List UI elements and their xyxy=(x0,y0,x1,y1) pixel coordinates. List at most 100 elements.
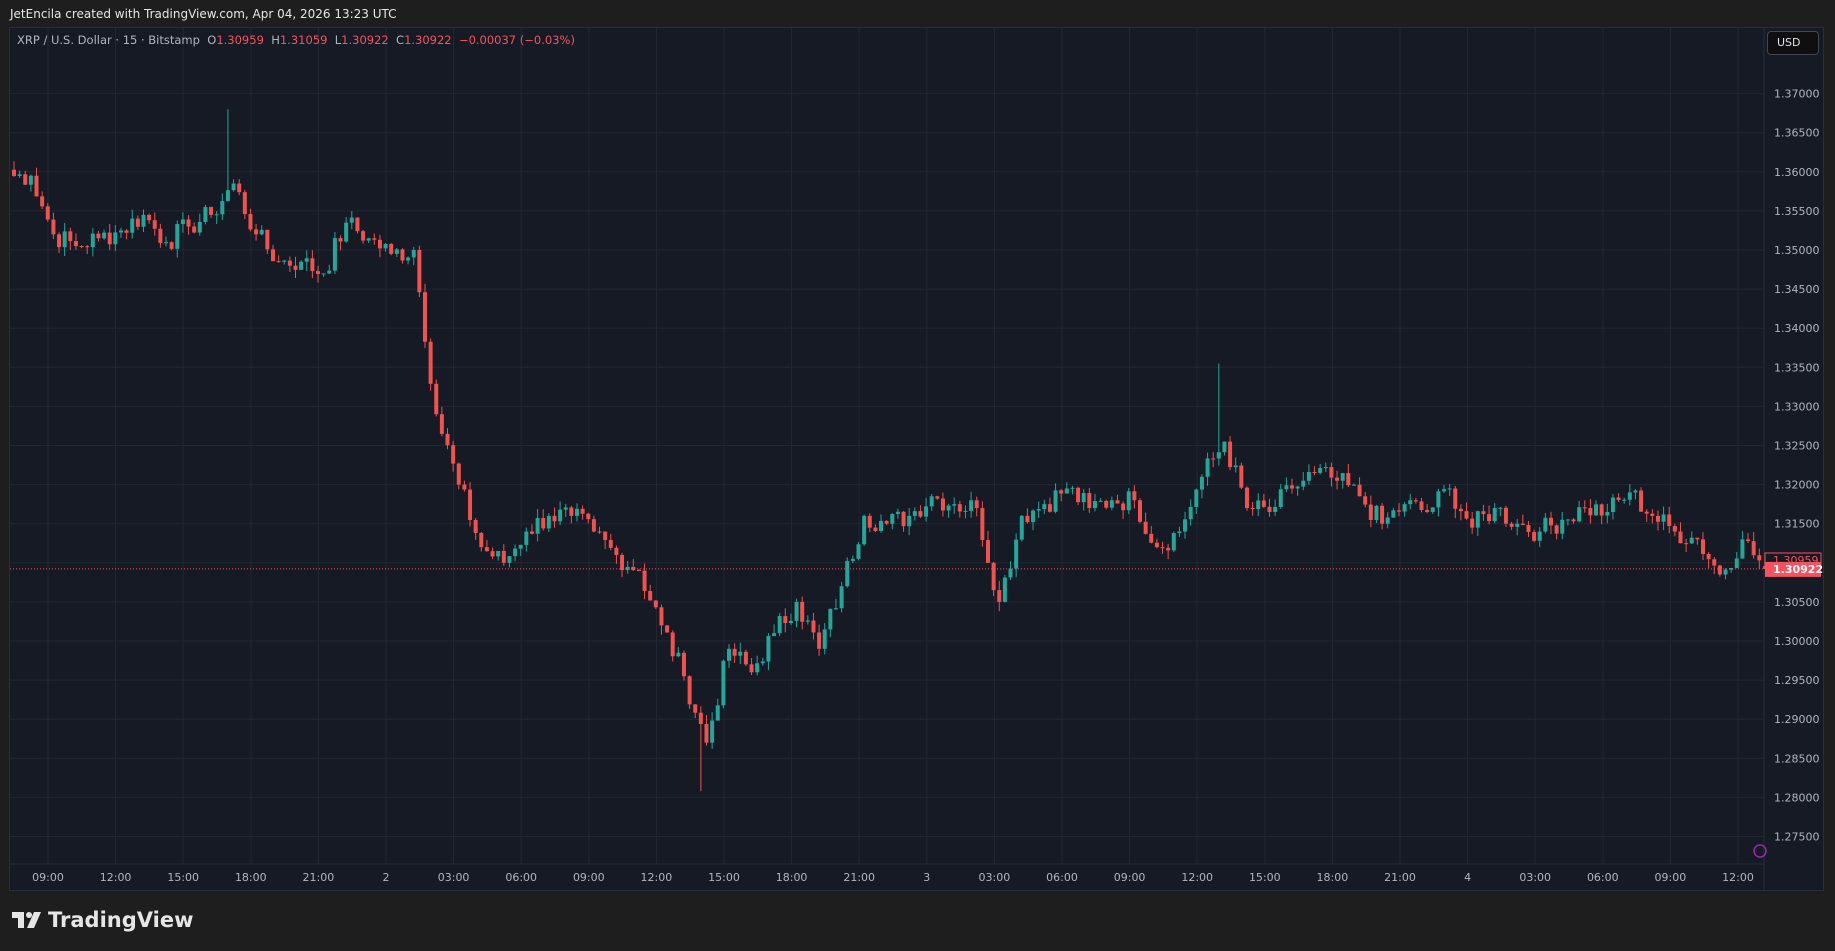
candle-body xyxy=(749,664,754,673)
candle-body xyxy=(1470,518,1475,528)
close-label: C xyxy=(396,33,405,47)
candle-body xyxy=(1323,467,1328,469)
candle-body xyxy=(1104,500,1109,508)
candle-body xyxy=(186,219,191,227)
candle-body xyxy=(1548,517,1553,526)
candle-body xyxy=(1047,504,1052,512)
candle-body xyxy=(597,531,602,533)
x-tick-label: 03:00 xyxy=(438,871,470,884)
candle-body xyxy=(1616,497,1621,500)
y-tick-label: 1.28500 xyxy=(1774,752,1820,765)
y-tick-label: 1.33000 xyxy=(1774,400,1820,413)
y-tick-label: 1.30500 xyxy=(1774,596,1820,609)
candle-body xyxy=(73,241,78,247)
candle-body xyxy=(1059,490,1064,494)
candle-body xyxy=(1487,514,1492,522)
candlestick-chart[interactable]: 1.37000 1.36500 1.36000 1.35500 1.35000 1.345… xyxy=(0,0,1835,951)
candle-body xyxy=(1701,539,1705,554)
candle-body xyxy=(1391,510,1396,518)
candle-body xyxy=(1684,543,1689,545)
candle-body xyxy=(1318,468,1323,473)
symbol-name[interactable]: XRP / U.S. Dollar · 15 · Bitstamp xyxy=(17,33,200,47)
candle-body xyxy=(287,260,292,266)
candle-body xyxy=(468,489,473,520)
candle-body xyxy=(957,504,962,512)
candle-body xyxy=(1380,505,1385,524)
candle-body xyxy=(811,620,816,633)
candle-body xyxy=(1031,510,1036,523)
candle-body xyxy=(760,661,765,664)
candle-body xyxy=(670,632,675,657)
candle-body xyxy=(377,239,382,249)
candle-body xyxy=(51,219,56,235)
candle-body xyxy=(113,232,118,245)
candle-body xyxy=(912,511,917,516)
candle-body xyxy=(800,601,805,622)
symbol-legend: XRP / U.S. Dollar · 15 · Bitstamp O1.309… xyxy=(17,33,575,47)
candle-body xyxy=(558,509,563,522)
candle-body xyxy=(732,648,737,656)
candle-body xyxy=(1757,555,1762,561)
candle-body xyxy=(1250,508,1255,510)
candle-body xyxy=(1402,504,1407,512)
candle-body xyxy=(1306,472,1311,481)
candle-body xyxy=(648,590,653,601)
candle-body xyxy=(1633,490,1638,493)
x-tick-label: 18:00 xyxy=(1317,871,1349,884)
tradingview-logo[interactable]: TradingView xyxy=(12,908,193,932)
candle-body xyxy=(642,570,647,591)
x-tick-label: 18:00 xyxy=(776,871,808,884)
candle-body xyxy=(1261,500,1266,507)
candle-body xyxy=(1503,507,1508,524)
candle-body xyxy=(118,230,123,233)
candle-body xyxy=(175,224,180,249)
candle-body xyxy=(518,544,523,549)
candle-body xyxy=(422,292,427,342)
candle-body xyxy=(817,632,822,649)
candle-body xyxy=(766,636,771,662)
candle-body xyxy=(794,601,799,621)
candle-body xyxy=(1413,500,1418,502)
candle-body xyxy=(45,206,50,220)
candle-body xyxy=(57,234,62,248)
candle-body xyxy=(879,520,884,532)
candle-body xyxy=(839,586,844,609)
y-tick-label: 1.37000 xyxy=(1774,88,1820,101)
candle-body xyxy=(625,566,630,571)
candle-body xyxy=(1751,541,1756,556)
x-tick-label: 15:00 xyxy=(1249,871,1281,884)
candle-body xyxy=(225,190,230,202)
candle-body xyxy=(845,560,850,587)
candle-body xyxy=(1396,510,1401,512)
candle-body xyxy=(777,616,782,634)
logo-text: TradingView xyxy=(48,908,194,932)
candle-body xyxy=(1582,507,1587,509)
candle-body xyxy=(490,551,495,557)
x-tick-label: 18:00 xyxy=(235,871,267,884)
candle-body xyxy=(1419,501,1424,510)
candle-body xyxy=(1256,500,1261,510)
candle-body xyxy=(1216,452,1221,459)
candle-body xyxy=(79,246,84,248)
y-tick-label: 1.33500 xyxy=(1774,361,1820,374)
candle-body xyxy=(1194,489,1199,508)
candle-body xyxy=(1149,533,1154,543)
candle-body xyxy=(698,712,703,725)
currency-button[interactable]: USD xyxy=(1767,31,1819,55)
candle-body xyxy=(1695,537,1700,540)
candle-body xyxy=(969,500,974,511)
y-tick-label: 1.27500 xyxy=(1774,831,1820,844)
candle-body xyxy=(529,531,534,534)
candle-body xyxy=(1290,485,1295,489)
candle-body xyxy=(1205,458,1210,477)
candle-body xyxy=(1543,517,1548,532)
candle-body xyxy=(1363,496,1368,505)
candle-body xyxy=(1019,515,1024,540)
candle-body xyxy=(1160,547,1165,549)
candle-body xyxy=(850,558,855,561)
candle-body xyxy=(158,228,163,243)
open-label: O xyxy=(207,33,217,47)
candle-body xyxy=(1098,500,1103,502)
candle-body xyxy=(620,554,625,571)
candle-body xyxy=(1436,491,1441,508)
